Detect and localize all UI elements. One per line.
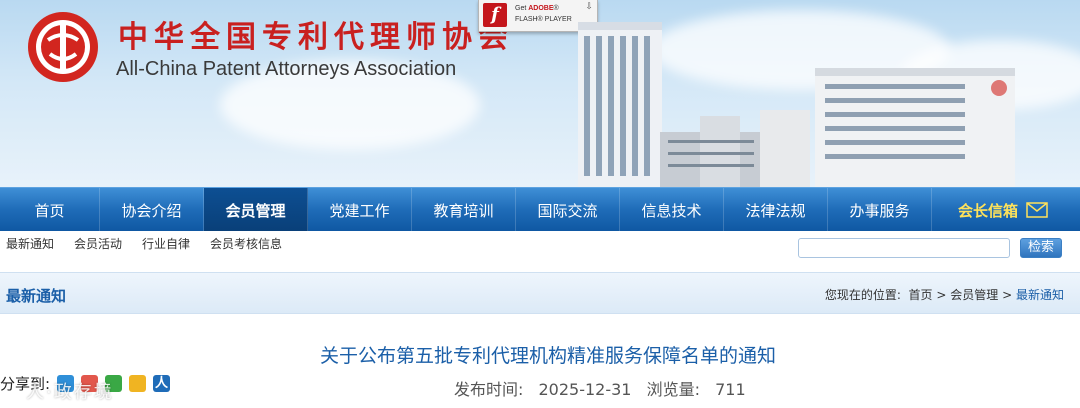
envelope-icon — [1026, 202, 1048, 218]
section-header: 最新通知 您现在的位置: 首页 > 会员管理 > 最新通知 — [0, 272, 1080, 314]
search-button[interactable]: 检索 — [1020, 238, 1062, 258]
nav-item-home[interactable]: 首页 — [0, 188, 100, 232]
breadcrumb-label: 您现在的位置: — [824, 288, 901, 302]
publish-date: 2025-12-31 — [538, 380, 632, 399]
office-building-illustration — [815, 68, 1015, 187]
nav-item-it[interactable]: 信息技术 — [620, 188, 724, 232]
search-input[interactable] — [798, 238, 1010, 258]
nav-item-laws[interactable]: 法律法规 — [724, 188, 828, 232]
article-title: 关于公布第五批专利代理机构精准服务保障名单的通知 — [319, 345, 776, 367]
views-label: 浏览量: — [646, 380, 700, 399]
main-nav: 首页 协会介绍 会员管理 党建工作 教育培训 国际交流 信息技术 法律法规 办事… — [0, 187, 1080, 232]
nav-item-education[interactable]: 教育培训 — [412, 188, 516, 232]
flash-text-suffix: ® — [553, 5, 559, 12]
flash-text-product: FLASH® PLAYER — [515, 16, 572, 23]
breadcrumb-separator: > — [936, 288, 947, 302]
qq-star-icon[interactable] — [129, 375, 147, 392]
views-count: 711 — [715, 380, 746, 399]
breadcrumb-current[interactable]: 最新通知 — [1016, 288, 1064, 302]
watermark: 人·政存境 — [26, 382, 114, 403]
subnav-self-discipline[interactable]: 行业自律 — [142, 235, 190, 252]
flash-icon: f — [483, 3, 507, 27]
nav-item-president-mailbox[interactable]: 会长信箱 — [932, 188, 1074, 232]
nav-item-membership[interactable]: 会员管理 — [204, 188, 308, 232]
nav-item-about[interactable]: 协会介绍 — [100, 188, 204, 232]
nav-item-international[interactable]: 国际交流 — [516, 188, 620, 232]
section-title: 最新通知 — [6, 287, 67, 305]
breadcrumb-membership[interactable]: 会员管理 — [950, 288, 998, 302]
association-name-en: All-China Patent Attorneys Association — [116, 58, 457, 80]
subnav-member-activities[interactable]: 会员活动 — [74, 235, 122, 252]
publish-label: 发布时间: — [454, 380, 524, 399]
renren-icon[interactable]: 人 — [153, 375, 171, 392]
breadcrumb-separator: > — [1002, 288, 1013, 302]
flash-text-prefix: Get — [515, 5, 529, 12]
header-banner: 中华全国专利代理师协会 All-China Patent Attorneys A… — [0, 0, 1080, 187]
subnav-member-assessment[interactable]: 会员考核信息 — [210, 235, 282, 252]
nav-item-mailbox-label: 会长信箱 — [957, 201, 1018, 220]
breadcrumb-home[interactable]: 首页 — [909, 288, 933, 302]
article-meta: 发布时间: 2025-12-31 浏览量: 711 — [454, 376, 756, 400]
nav-item-services[interactable]: 办事服务 — [828, 188, 932, 232]
association-logo[interactable] — [26, 10, 100, 84]
subnav-latest-notices[interactable]: 最新通知 — [6, 235, 54, 252]
association-name-cn: 中华全国专利代理师协会 — [118, 20, 514, 55]
mid-building-illustration — [660, 110, 810, 187]
tall-building-illustration — [578, 22, 662, 187]
nav-item-party-building[interactable]: 党建工作 — [308, 188, 412, 232]
breadcrumb: 您现在的位置: 首页 > 会员管理 > 最新通知 — [825, 286, 1064, 303]
flash-text-brand: ADOBE — [528, 5, 554, 12]
sub-nav-links: 最新通知 会员活动 行业自律 会员考核信息 — [6, 235, 302, 252]
